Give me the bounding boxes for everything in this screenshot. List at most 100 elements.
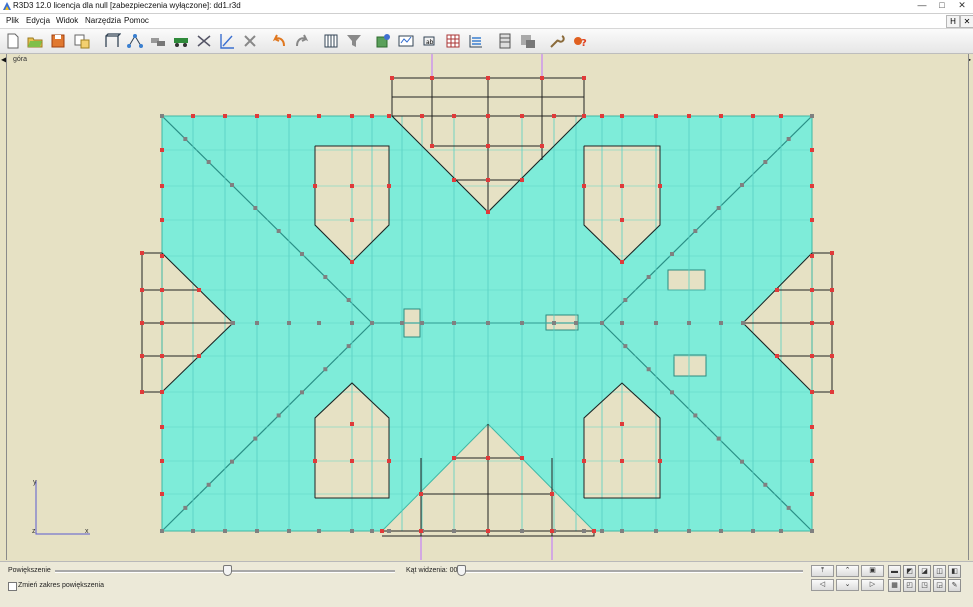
node-59 [810,354,814,358]
mdi-restore-button[interactable]: H [946,15,960,28]
node-131 [763,160,768,164]
node-94 [140,390,144,394]
results-icon[interactable] [397,32,415,50]
open-folder-icon[interactable] [26,32,44,50]
node-15 [370,529,374,533]
node-53 [810,254,814,258]
view-left-button[interactable]: ◁ [811,579,834,591]
save-icon[interactable] [49,32,67,50]
filter-icon[interactable] [345,32,363,50]
menu-help[interactable]: Pomoc [124,14,149,28]
menu-tools[interactable]: Narzędzia [85,14,121,28]
node-150 [323,275,328,279]
stack-icon[interactable] [519,32,537,50]
display-mode-10-button[interactable]: ✎ [948,579,961,592]
node-51 [810,218,814,222]
node-180 [741,321,745,325]
node-88 [380,529,384,533]
mdi-close-button[interactable]: ✕ [960,15,973,28]
view-right-button[interactable]: ▷ [861,579,884,591]
display-mode-4-button[interactable]: ◫ [933,565,946,578]
node-75 [540,144,544,148]
display-mode-6-button[interactable]: ▦ [888,579,901,592]
new-file-icon[interactable] [4,32,22,50]
node-21 [452,529,456,533]
node-97 [830,251,834,255]
table-icon[interactable] [322,32,340,50]
title-bar: R3D3 12.0 licencja dla null [zabezpiecze… [0,0,973,14]
frame-icon[interactable] [103,32,122,50]
close-button[interactable]: ✕ [953,0,971,11]
display-mode-8-button[interactable]: ◳ [918,579,931,592]
dimension-icon[interactable] [218,32,236,50]
structure-drawing[interactable] [7,54,968,560]
zoom-range-checkbox[interactable] [8,582,17,591]
view-angle-slider-thumb[interactable] [457,565,466,576]
node-86 [419,492,423,496]
help-icon[interactable]: ? [571,32,589,50]
node-105 [350,218,354,222]
node-65 [810,459,814,463]
bottom-panel: Powiększenie Kąt widzenia: 00 Zmień zakr… [0,561,973,607]
node-7 [255,529,259,533]
node-119 [620,459,624,463]
delete-icon[interactable] [241,32,259,50]
node-78 [520,178,524,182]
menu-bar: Plik Edycja Widok Narzędzia Pomoc H ✕ [0,14,973,29]
grid-icon[interactable] [444,32,462,50]
node-178 [687,321,691,325]
scissors-icon[interactable] [195,32,213,50]
display-mode-9-button[interactable]: ◲ [933,579,946,592]
node-connect-icon[interactable] [126,32,144,50]
maximize-button[interactable]: □ [933,0,951,11]
node-173 [552,321,556,325]
zoom-slider-thumb[interactable] [223,565,232,576]
view-down-button[interactable]: ⌄ [836,579,859,591]
node-168 [400,321,404,325]
redo-icon[interactable] [293,32,311,50]
axis-z-label: z [32,528,36,535]
display-mode-1-button[interactable]: ▬ [888,565,901,578]
display-mode-5-button[interactable]: ◧ [948,565,961,578]
node-90 [140,251,144,255]
view-angle-slider-track[interactable] [458,570,803,573]
panel-icon[interactable] [496,32,514,50]
node-132 [206,482,211,487]
node-164 [287,321,291,325]
calculate-icon[interactable] [374,32,392,50]
minimize-button[interactable]: — [913,0,931,11]
node-96 [197,354,201,358]
node-120 [582,459,586,463]
model-viewport[interactable]: góra y z x [6,54,969,560]
wrench-icon[interactable] [548,32,566,50]
menu-file[interactable]: Plik [6,14,19,28]
node-25 [520,529,524,533]
copy-properties-icon[interactable] [73,32,91,50]
node-82 [550,529,554,533]
node-70 [486,76,490,80]
display-mode-7-button[interactable]: ◰ [903,579,916,592]
view-front-button[interactable]: ▣ [861,565,884,577]
node-67 [810,492,814,496]
view-top-button[interactable]: ⤒ [811,565,834,577]
load-truck-icon[interactable] [172,32,190,50]
node-107 [387,184,391,188]
node-104 [350,184,354,188]
display-mode-2-button[interactable]: ◩ [903,565,916,578]
node-66 [160,492,164,496]
menu-view[interactable]: Widok [56,14,78,28]
beam-icon[interactable] [149,32,167,50]
zoom-window-icon[interactable]: ab [420,32,438,50]
node-81 [486,529,490,533]
toolbar: ab ? [0,29,973,54]
menu-edit[interactable]: Edycja [26,14,50,28]
node-144 [276,413,281,418]
node-71 [540,76,544,80]
node-2 [191,114,195,118]
undo-icon[interactable] [270,32,288,50]
display-mode-3-button[interactable]: ◪ [918,565,931,578]
node-171 [486,321,490,325]
layers-icon[interactable] [467,32,485,50]
node-36 [687,114,691,118]
view-up-button[interactable]: ⌃ [836,565,859,577]
